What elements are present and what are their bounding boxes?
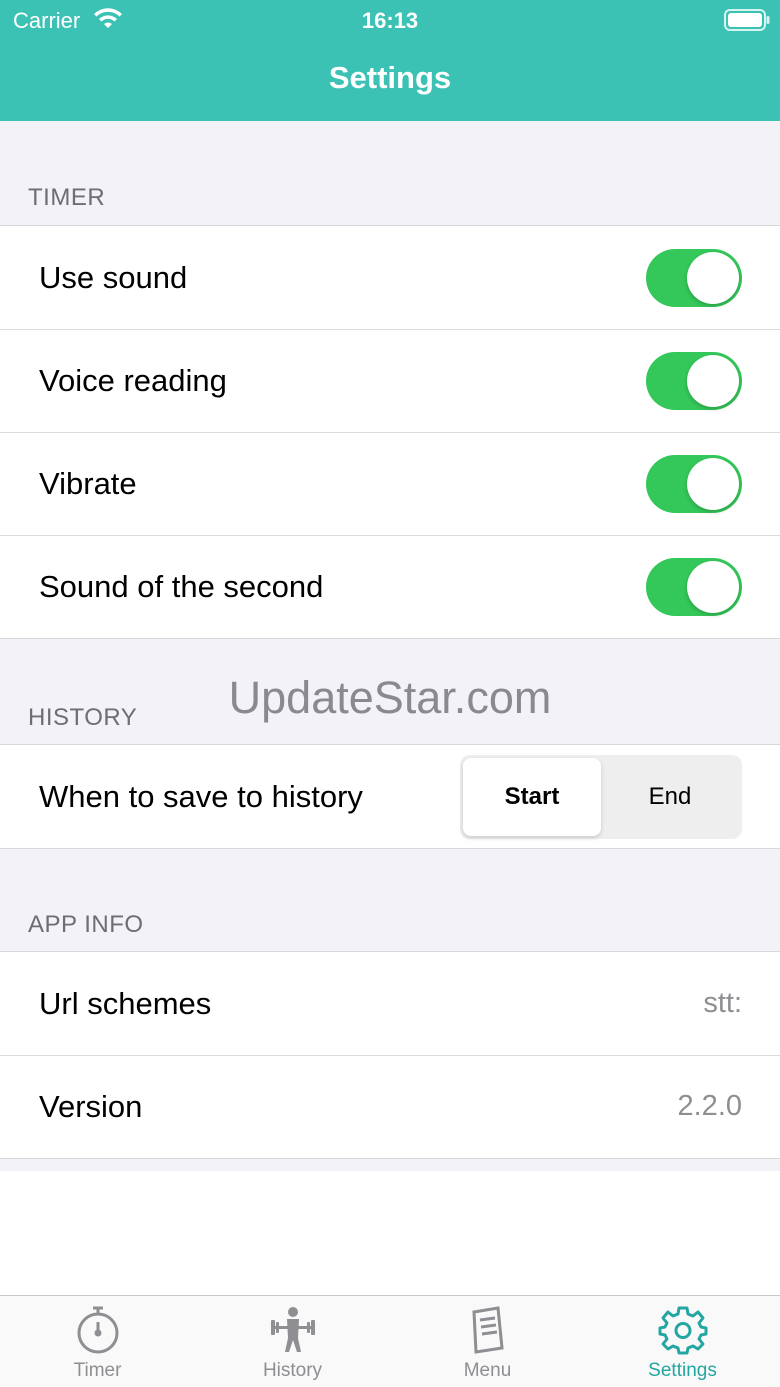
sound-of-second-toggle[interactable] <box>646 557 742 616</box>
weightlifter-icon <box>270 1307 315 1352</box>
segment-end[interactable]: End <box>601 758 739 836</box>
battery-icon <box>724 9 770 31</box>
history-settings-group: When to save to history Start End <box>0 744 780 849</box>
setting-label: Use sound <box>39 259 188 295</box>
section-header-timer: TIMER <box>28 184 106 211</box>
app-info-group: Url schemes stt: Version 2.2.0 <box>0 951 780 1159</box>
stopwatch-icon <box>77 1306 118 1354</box>
tab-menu[interactable]: Menu <box>390 1296 585 1387</box>
setting-row-save-to-history: When to save to history Start End <box>0 745 780 848</box>
voice-reading-toggle[interactable] <box>646 351 742 410</box>
tab-settings[interactable]: Settings <box>585 1296 780 1387</box>
tab-timer[interactable]: Timer <box>0 1296 195 1387</box>
setting-label: When to save to history <box>39 778 363 814</box>
setting-row-vibrate: Vibrate <box>0 432 780 535</box>
document-icon <box>471 1306 504 1354</box>
info-value: stt: <box>703 987 742 1019</box>
info-row-version: Version 2.2.0 <box>0 1055 780 1158</box>
section-header-history: HISTORY <box>28 704 138 731</box>
setting-row-use-sound: Use sound <box>0 226 780 329</box>
setting-row-sound-of-second: Sound of the second <box>0 535 780 638</box>
toggle-knob <box>687 251 739 304</box>
info-label: Url schemes <box>39 985 212 1021</box>
section-header-app-info: APP INFO <box>28 911 144 938</box>
toggle-knob <box>687 457 739 510</box>
tab-label: Timer <box>73 1360 122 1381</box>
toggle-knob <box>687 354 739 407</box>
segment-start[interactable]: Start <box>463 757 601 836</box>
setting-label: Voice reading <box>39 362 227 398</box>
tab-label: History <box>262 1360 323 1381</box>
info-value: 2.2.0 <box>677 1090 743 1122</box>
timer-settings-group: Use sound Voice reading Vibrate Sound of… <box>0 225 780 639</box>
setting-label: Sound of the second <box>39 568 324 604</box>
gear-icon <box>658 1306 707 1355</box>
toggle-knob <box>687 560 739 613</box>
tab-history[interactable]: History <box>195 1296 390 1387</box>
save-timing-segmented-control: Start End <box>460 754 742 839</box>
use-sound-toggle[interactable] <box>646 248 742 307</box>
tab-label: Menu <box>463 1360 512 1381</box>
tab-bar: Timer History Menu Settings <box>0 1295 780 1387</box>
status-time: 16:13 <box>361 8 419 33</box>
page-title: Settings <box>328 60 452 95</box>
content-background <box>0 1171 780 1295</box>
info-label: Version <box>39 1088 143 1124</box>
tab-label: Settings <box>648 1360 717 1381</box>
vibrate-toggle[interactable] <box>646 454 742 513</box>
info-row-url-schemes: Url schemes stt: <box>0 952 780 1055</box>
navigation-bar: Carrier 16:13 Settings <box>0 0 780 121</box>
setting-row-voice-reading: Voice reading <box>0 329 780 432</box>
setting-label: Vibrate <box>39 465 137 501</box>
